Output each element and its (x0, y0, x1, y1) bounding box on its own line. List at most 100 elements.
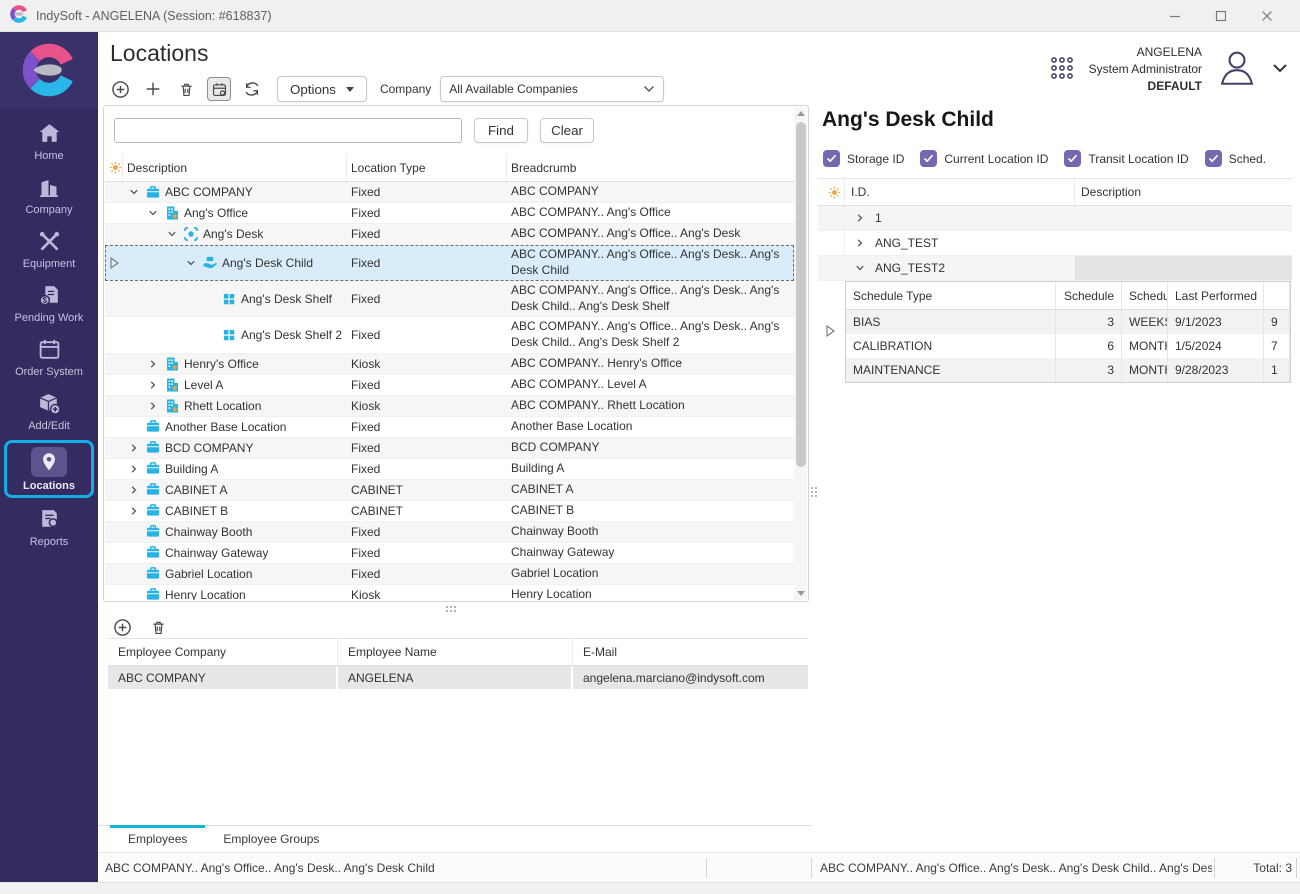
schedule-column-header-schedule-type[interactable]: Schedule Type (846, 282, 1056, 309)
sidebar-item-label: Home (34, 150, 63, 162)
sidebar-item-locations[interactable]: Locations (4, 440, 94, 498)
selected-row-indicator-icon (105, 245, 123, 280)
checkbox-checked-icon[interactable] (1205, 150, 1222, 167)
chevron-right-icon[interactable] (146, 359, 160, 369)
user-menu-chevron-icon[interactable] (1272, 62, 1288, 76)
tree-row-cabinet-a[interactable]: CABINET ACABINETCABINET A (105, 480, 794, 501)
add-circle-icon[interactable] (108, 77, 132, 101)
options-button[interactable]: Options (277, 76, 367, 102)
search-input[interactable] (114, 118, 462, 143)
sidebar-item-add-edit[interactable]: Add/Edit (0, 384, 98, 438)
scrollbar-thumb[interactable] (796, 122, 806, 467)
column-header-breadcrumb[interactable]: Breadcrumb (507, 154, 794, 181)
column-header-location-type[interactable]: Location Type (347, 154, 507, 181)
checkbox-checked-icon[interactable] (823, 150, 840, 167)
sidebar-item-home[interactable]: Home (0, 114, 98, 168)
tree-row-ang-s-desk-shelf-2[interactable]: Ang's Desk Shelf 2FixedABC COMPANY.. Ang… (105, 317, 794, 353)
schedule-column-header-next[interactable] (1264, 282, 1290, 309)
sidebar-item-company[interactable]: Company (0, 168, 98, 222)
schedule-row-bias[interactable]: BIAS3WEEKS9/1/20239 (846, 310, 1290, 334)
tree-row-level-a[interactable]: Level AFixedABC COMPANY.. Level A (105, 375, 794, 396)
tree-row-henry-s-office[interactable]: Henry's OfficeKioskABC COMPANY.. Henry's… (105, 354, 794, 375)
column-header-description[interactable]: Description (1075, 179, 1292, 205)
maximize-button[interactable] (1198, 1, 1244, 31)
chevron-right-icon[interactable] (127, 506, 141, 516)
chevron-right-icon[interactable] (146, 401, 160, 411)
tree-row-ang-s-desk-child[interactable]: Ang's Desk ChildFixedABC COMPANY.. Ang's… (105, 245, 794, 281)
apps-grid-icon[interactable] (1049, 55, 1075, 84)
checkbox-current-location-id[interactable]: Current Location ID (920, 150, 1048, 167)
avatar[interactable] (1216, 47, 1258, 92)
clear-button[interactable]: Clear (540, 118, 594, 143)
schedule-row-maintenance[interactable]: MAINTENANCE3MONTHS9/28/20231 (846, 358, 1290, 382)
column-header-employee-company[interactable]: Employee Company (108, 639, 338, 665)
tree-row-ang-s-desk[interactable]: Ang's DeskFixedABC COMPANY.. Ang's Offic… (105, 224, 794, 245)
plus-icon[interactable] (141, 77, 165, 101)
chevron-down-icon[interactable] (127, 187, 141, 197)
schedule-column-header-schedule[interactable]: Schedule (1056, 282, 1122, 309)
scroll-down-icon[interactable] (794, 587, 807, 600)
sidebar-item-pending-work[interactable]: $Pending Work (0, 276, 98, 330)
tab-employee-groups[interactable]: Employee Groups (205, 826, 337, 852)
tab-employees[interactable]: Employees (110, 826, 205, 852)
chevron-down-icon[interactable] (165, 229, 179, 239)
chevron-right-icon[interactable] (127, 485, 141, 495)
tree-row-abc-company[interactable]: ABC COMPANYFixedABC COMPANY (105, 182, 794, 203)
column-header-id[interactable]: I.D. (845, 179, 1075, 205)
detail-row-ang-test2[interactable]: ANG_TEST2 (818, 256, 1292, 281)
delete-employee-icon[interactable] (146, 615, 170, 639)
tree-scrollbar[interactable] (794, 107, 807, 600)
find-button[interactable]: Find (474, 118, 528, 143)
chevron-down-icon[interactable] (853, 263, 867, 273)
main-panel: Locations Options Company All Available … (98, 32, 812, 852)
sidebar-item-order-system[interactable]: Order System (0, 330, 98, 384)
column-header-employee-name[interactable]: Employee Name (338, 639, 573, 665)
chevron-right-icon[interactable] (853, 213, 867, 223)
close-button[interactable] (1244, 1, 1290, 31)
chevron-right-icon[interactable] (146, 380, 160, 390)
chevron-down-icon[interactable] (146, 208, 160, 218)
chevron-down-icon[interactable] (184, 258, 198, 268)
checkbox-checked-icon[interactable] (1064, 150, 1081, 167)
schedule-cell: 1 (1264, 358, 1290, 382)
sun-icon[interactable] (105, 154, 123, 181)
schedule-row-calibration[interactable]: CALIBRATION6MONTHS1/5/20247 (846, 334, 1290, 358)
checkbox-storage-id[interactable]: Storage ID (823, 150, 904, 167)
detail-row-1[interactable]: 1 (818, 206, 1292, 231)
scroll-up-icon[interactable] (794, 107, 807, 120)
checkbox-transit-location-id[interactable]: Transit Location ID (1064, 150, 1188, 167)
employee-row[interactable]: ABC COMPANYANGELENAangelena.marciano@ind… (108, 666, 808, 689)
tree-row-another-base-location[interactable]: Another Base LocationFixedAnother Base L… (105, 417, 794, 438)
sidebar-item-equipment[interactable]: Equipment (0, 222, 98, 276)
tree-row-gabriel-location[interactable]: Gabriel LocationFixedGabriel Location (105, 564, 794, 585)
chevron-right-icon[interactable] (127, 443, 141, 453)
tree-row-building-a[interactable]: Building AFixedBuilding A (105, 459, 794, 480)
trash-icon[interactable] (174, 77, 198, 101)
sun-icon[interactable] (818, 179, 845, 205)
tree-row-ang-s-office[interactable]: Ang's OfficeFixedABC COMPANY.. Ang's Off… (105, 203, 794, 224)
refresh-icon[interactable] (240, 77, 264, 101)
schedule-column-header-schedu[interactable]: Schedu (1122, 282, 1168, 309)
company-select[interactable]: All Available Companies (440, 76, 664, 102)
column-header-email[interactable]: E-Mail (573, 639, 808, 665)
checkbox-checked-icon[interactable] (920, 150, 937, 167)
column-header-description[interactable]: Description (123, 154, 347, 181)
detail-row-ang-test[interactable]: ANG_TEST (818, 231, 1292, 256)
tree-row-chainway-gateway[interactable]: Chainway GatewayFixedChainway Gateway (105, 543, 794, 564)
tree-row-ang-s-desk-shelf[interactable]: Ang's Desk ShelfFixedABC COMPANY.. Ang's… (105, 281, 794, 317)
add-employee-icon[interactable] (110, 615, 134, 639)
chevron-right-icon[interactable] (853, 238, 867, 248)
tree-row-rhett-location[interactable]: Rhett LocationKioskABC COMPANY.. Rhett L… (105, 396, 794, 417)
sidebar-item-reports[interactable]: Reports (0, 500, 98, 554)
checkbox-sched[interactable]: Sched. (1205, 150, 1266, 167)
calendar-icon[interactable] (207, 77, 231, 101)
horizontal-splitter-grip[interactable] (446, 606, 458, 614)
tree-cell-description: Ang's Office (123, 203, 347, 223)
tree-row-chainway-booth[interactable]: Chainway BoothFixedChainway Booth (105, 522, 794, 543)
schedule-column-header-last-performed[interactable]: Last Performed (1168, 282, 1264, 309)
chevron-right-icon[interactable] (127, 464, 141, 474)
minimize-button[interactable] (1152, 1, 1198, 31)
tree-row-henry-location[interactable]: Henry LocationKioskHenry Location (105, 585, 794, 600)
tree-row-cabinet-b[interactable]: CABINET BCABINETCABINET B (105, 501, 794, 522)
tree-row-bcd-company[interactable]: BCD COMPANYFixedBCD COMPANY (105, 438, 794, 459)
